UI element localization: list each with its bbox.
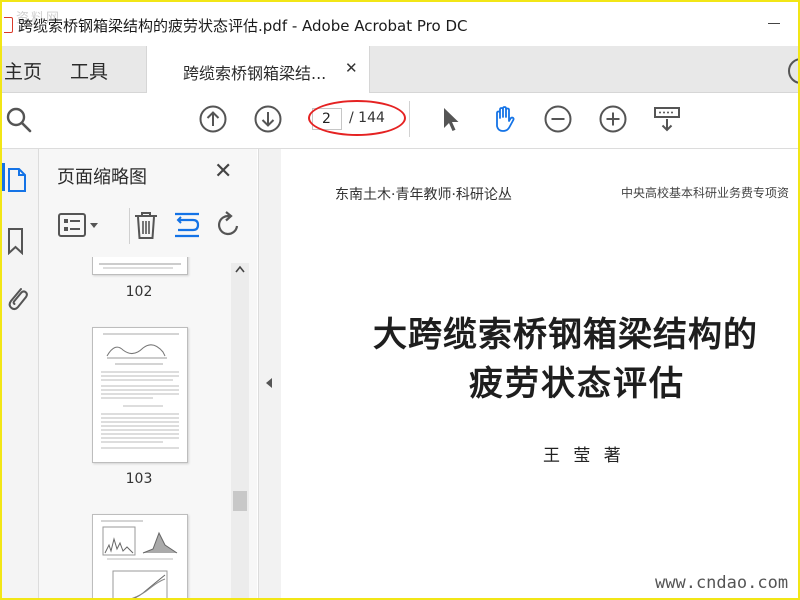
tab-tools[interactable]: 工具 <box>70 57 108 84</box>
next-page-icon[interactable] <box>253 104 283 134</box>
page-thumbnail[interactable] <box>92 257 188 275</box>
scroll-up-icon[interactable] <box>235 265 245 273</box>
collapse-panel-icon[interactable] <box>265 377 273 389</box>
help-icon[interactable] <box>788 58 798 84</box>
extract-page-icon[interactable] <box>173 210 201 240</box>
site-watermark: www.cndao.com <box>655 573 789 593</box>
title-bar: 资料网 跨缆索桥钢箱梁结构的疲劳状态评估.pdf - Adobe Acrobat… <box>2 2 798 46</box>
page-thumbnail[interactable] <box>92 327 188 463</box>
search-icon[interactable] <box>6 106 34 134</box>
author-line: 王 莹 著 <box>543 446 625 466</box>
scroll-mode-icon[interactable] <box>652 104 682 134</box>
thumbnail-scrollbar[interactable] <box>231 263 249 598</box>
delete-page-icon[interactable] <box>133 210 159 240</box>
toolbar-divider <box>409 101 410 137</box>
panel-toolbar-divider <box>129 208 130 244</box>
toolbar: 2 / 144 <box>2 93 798 149</box>
zoom-out-icon[interactable] <box>543 104 573 134</box>
book-title-line-1: 大跨缆索桥钢箱梁结构的 <box>373 315 758 355</box>
document-page: 东南土木·青年教师·科研论丛 中央高校基本科研业务费专项资 大跨缆索桥钢箱梁结构… <box>281 149 798 598</box>
close-panel-icon[interactable]: ✕ <box>214 159 232 184</box>
options-menu-icon[interactable] <box>58 210 102 240</box>
zoom-in-icon[interactable] <box>598 104 628 134</box>
hand-tool-icon[interactable] <box>489 104 519 134</box>
page-thumbnail[interactable] <box>92 514 188 598</box>
scroll-thumb[interactable] <box>233 491 247 511</box>
page-thumbnails-panel: 页面缩略图 ✕ 102 103 <box>39 149 257 598</box>
page-thumbnails-icon[interactable] <box>6 167 28 193</box>
panel-toolbar <box>39 201 257 251</box>
tab-bar: 主页 工具 跨缆索桥钢箱梁结... ✕ <box>2 46 798 93</box>
acrobat-logo-icon <box>4 17 13 33</box>
active-rail-indicator <box>2 163 5 191</box>
red-highlight-ellipse <box>308 100 406 136</box>
thumbnail-list: 102 103 <box>39 257 257 598</box>
bookmarks-icon[interactable] <box>6 227 26 255</box>
select-cursor-icon[interactable] <box>435 104 465 134</box>
panel-title: 页面缩略图 <box>57 167 147 188</box>
left-rail <box>2 149 39 598</box>
previous-page-icon[interactable] <box>198 104 228 134</box>
window-title: 跨缆索桥钢箱梁结构的疲劳状态评估.pdf - Adobe Acrobat Pro… <box>18 17 468 35</box>
panel-collapse-strip[interactable] <box>258 149 282 598</box>
attachments-icon[interactable] <box>5 283 29 313</box>
thumbnail-page-label: 103 <box>125 471 153 487</box>
book-series-line: 东南土木·青年教师·科研论丛 <box>335 187 512 203</box>
rotate-page-icon[interactable] <box>215 210 243 240</box>
book-title-line-2: 疲劳状态评估 <box>469 364 685 404</box>
app-window: 资料网 跨缆索桥钢箱梁结构的疲劳状态评估.pdf - Adobe Acrobat… <box>0 0 800 600</box>
tab-home[interactable]: 主页 <box>4 57 42 84</box>
minimize-icon[interactable] <box>768 23 780 24</box>
funding-line: 中央高校基本科研业务费专项资 <box>621 186 790 200</box>
tab-document[interactable]: 跨缆索桥钢箱梁结... ✕ <box>146 46 370 93</box>
thumbnail-page-label: 102 <box>125 284 153 300</box>
close-tab-icon[interactable]: ✕ <box>345 59 358 77</box>
document-tab-label: 跨缆索桥钢箱梁结... <box>183 64 327 83</box>
